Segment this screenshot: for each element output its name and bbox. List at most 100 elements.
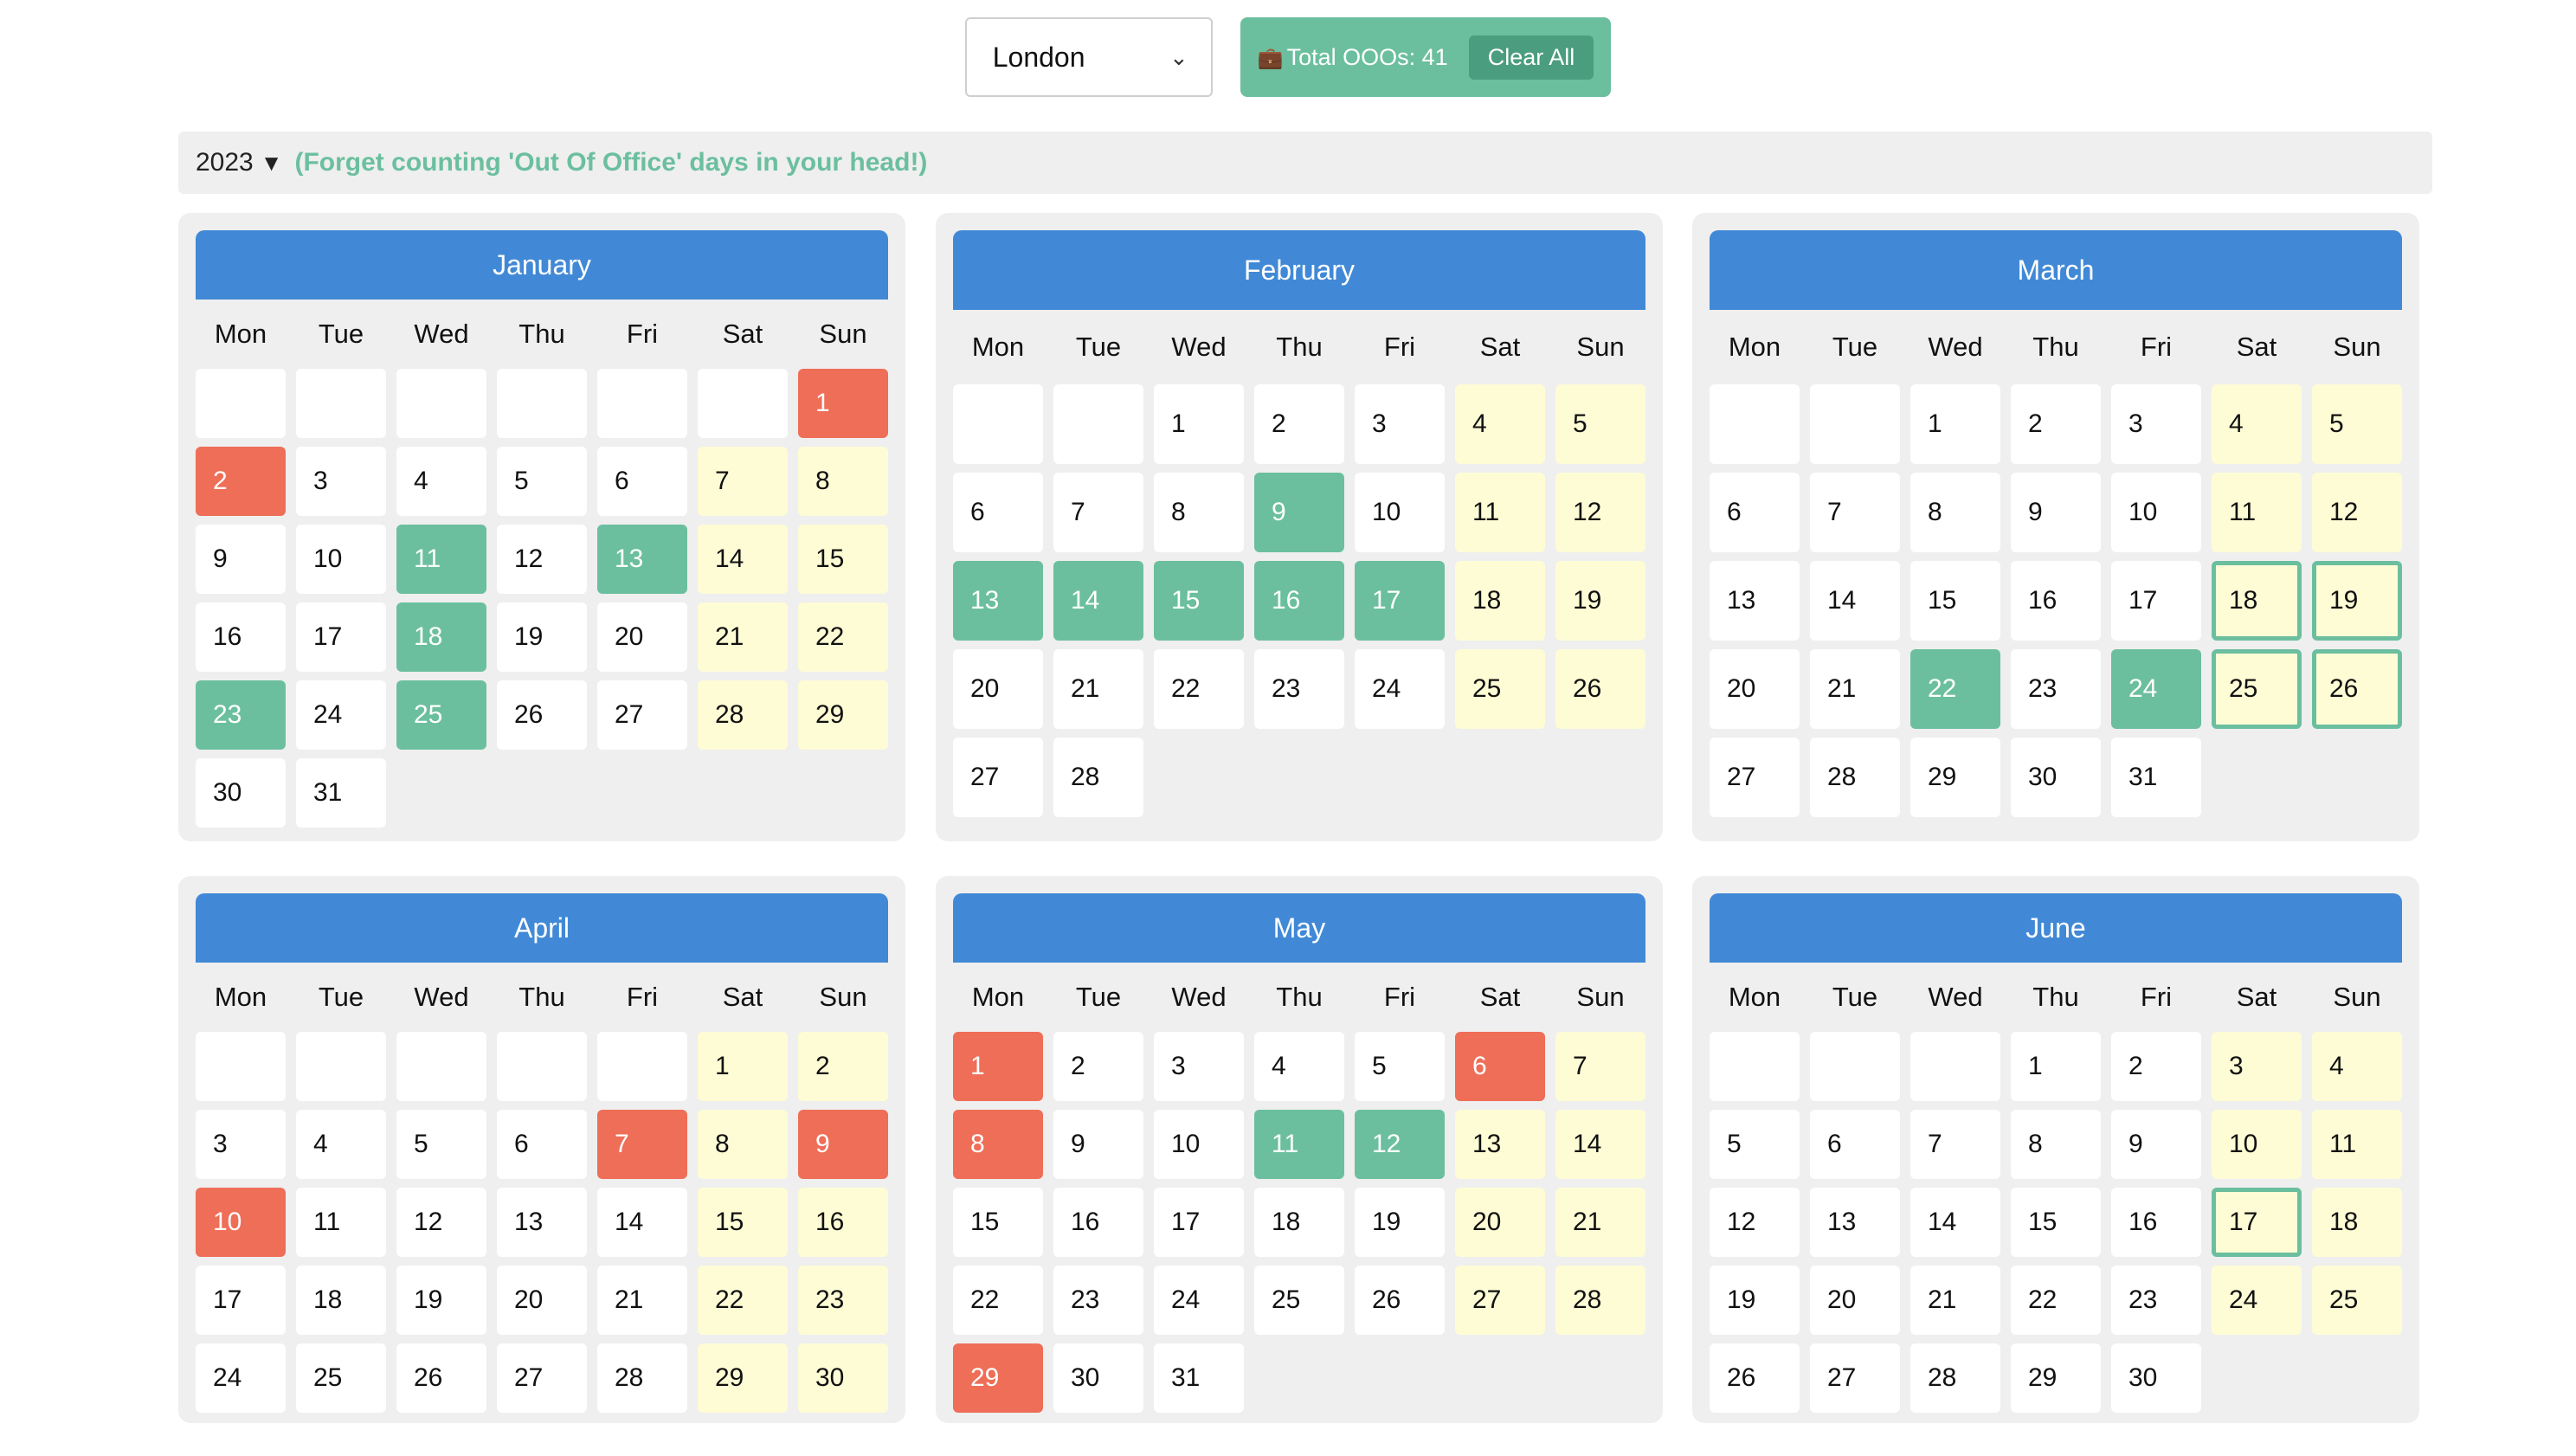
- day-cell-weekend[interactable]: 7: [1555, 1032, 1645, 1101]
- day-cell[interactable]: 28: [597, 1343, 687, 1413]
- clear-all-button[interactable]: Clear All: [1468, 35, 1594, 80]
- day-cell[interactable]: 8: [1154, 473, 1244, 552]
- day-cell-weekend[interactable]: 25: [2312, 1266, 2402, 1335]
- day-cell[interactable]: 30: [2111, 1343, 2201, 1413]
- day-cell[interactable]: 30: [196, 758, 286, 828]
- day-cell[interactable]: 12: [1710, 1188, 1800, 1257]
- day-cell-ooo[interactable]: 13: [953, 561, 1043, 641]
- day-cell[interactable]: 28: [1910, 1343, 2000, 1413]
- day-cell[interactable]: 31: [1154, 1343, 1244, 1413]
- day-cell[interactable]: 31: [2111, 738, 2201, 817]
- day-cell[interactable]: 21: [597, 1266, 687, 1335]
- day-cell-holiday[interactable]: 9: [798, 1110, 888, 1179]
- day-cell[interactable]: 16: [2111, 1188, 2201, 1257]
- day-cell-weekend[interactable]: 1: [698, 1032, 788, 1101]
- day-cell[interactable]: 16: [196, 602, 286, 672]
- day-cell[interactable]: 5: [1355, 1032, 1445, 1101]
- day-cell[interactable]: 7: [1053, 473, 1143, 552]
- day-cell[interactable]: 2: [2011, 384, 2101, 464]
- day-cell[interactable]: 20: [597, 602, 687, 672]
- year-label[interactable]: 2023: [196, 148, 254, 177]
- day-cell-selected[interactable]: 19: [2312, 561, 2402, 641]
- day-cell[interactable]: 1: [2011, 1032, 2101, 1101]
- day-cell[interactable]: 26: [1710, 1343, 1800, 1413]
- day-cell-ooo[interactable]: 11: [1254, 1110, 1344, 1179]
- day-cell[interactable]: 6: [497, 1110, 587, 1179]
- day-cell[interactable]: 6: [1710, 473, 1800, 552]
- day-cell-weekend[interactable]: 14: [698, 525, 788, 594]
- day-cell-weekend[interactable]: 13: [1455, 1110, 1545, 1179]
- day-cell[interactable]: 13: [1710, 561, 1800, 641]
- day-cell-weekend[interactable]: 2: [798, 1032, 888, 1101]
- day-cell[interactable]: 30: [1053, 1343, 1143, 1413]
- day-cell-weekend[interactable]: 16: [798, 1188, 888, 1257]
- day-cell[interactable]: 16: [2011, 561, 2101, 641]
- day-cell[interactable]: 27: [597, 680, 687, 750]
- day-cell-ooo[interactable]: 12: [1355, 1110, 1445, 1179]
- day-cell-weekend[interactable]: 24: [2212, 1266, 2302, 1335]
- day-cell-weekend[interactable]: 11: [2212, 473, 2302, 552]
- day-cell-holiday[interactable]: 1: [953, 1032, 1043, 1101]
- day-cell-weekend[interactable]: 12: [2312, 473, 2402, 552]
- day-cell[interactable]: 3: [296, 447, 386, 516]
- day-cell-weekend[interactable]: 8: [798, 447, 888, 516]
- day-cell-weekend[interactable]: 11: [2312, 1110, 2402, 1179]
- day-cell[interactable]: 4: [1254, 1032, 1344, 1101]
- day-cell[interactable]: 5: [1710, 1110, 1800, 1179]
- day-cell[interactable]: 15: [953, 1188, 1043, 1257]
- day-cell[interactable]: 21: [1910, 1266, 2000, 1335]
- day-cell[interactable]: 8: [2011, 1110, 2101, 1179]
- day-cell[interactable]: 28: [1053, 738, 1143, 817]
- day-cell[interactable]: 27: [1710, 738, 1800, 817]
- day-cell-ooo[interactable]: 23: [196, 680, 286, 750]
- day-cell-holiday[interactable]: 7: [597, 1110, 687, 1179]
- day-cell-weekend[interactable]: 10: [2212, 1110, 2302, 1179]
- day-cell[interactable]: 30: [2011, 738, 2101, 817]
- day-cell-ooo[interactable]: 15: [1154, 561, 1244, 641]
- day-cell[interactable]: 29: [1910, 738, 2000, 817]
- day-cell[interactable]: 28: [1810, 738, 1900, 817]
- day-cell-ooo[interactable]: 22: [1910, 649, 2000, 729]
- day-cell-ooo[interactable]: 25: [396, 680, 486, 750]
- day-cell[interactable]: 1: [1154, 384, 1244, 464]
- day-cell[interactable]: 21: [1810, 649, 1900, 729]
- day-cell[interactable]: 10: [1154, 1110, 1244, 1179]
- day-cell-weekend[interactable]: 28: [698, 680, 788, 750]
- day-cell[interactable]: 19: [396, 1266, 486, 1335]
- day-cell-selected[interactable]: 26: [2312, 649, 2402, 729]
- day-cell-ooo[interactable]: 11: [396, 525, 486, 594]
- day-cell[interactable]: 19: [1710, 1266, 1800, 1335]
- day-cell[interactable]: 27: [953, 738, 1043, 817]
- day-cell-weekend[interactable]: 21: [698, 602, 788, 672]
- day-cell-ooo[interactable]: 24: [2111, 649, 2201, 729]
- day-cell[interactable]: 22: [953, 1266, 1043, 1335]
- day-cell[interactable]: 23: [1053, 1266, 1143, 1335]
- day-cell[interactable]: 15: [2011, 1188, 2101, 1257]
- day-cell-ooo[interactable]: 18: [396, 602, 486, 672]
- day-cell-weekend[interactable]: 14: [1555, 1110, 1645, 1179]
- day-cell[interactable]: 25: [296, 1343, 386, 1413]
- collapse-toggle-icon[interactable]: ▼: [261, 150, 283, 177]
- day-cell[interactable]: 1: [1910, 384, 2000, 464]
- day-cell[interactable]: 6: [597, 447, 687, 516]
- day-cell[interactable]: 21: [1053, 649, 1143, 729]
- day-cell[interactable]: 8: [1910, 473, 2000, 552]
- day-cell[interactable]: 5: [497, 447, 587, 516]
- day-cell-ooo[interactable]: 16: [1254, 561, 1344, 641]
- day-cell[interactable]: 31: [296, 758, 386, 828]
- day-cell[interactable]: 14: [597, 1188, 687, 1257]
- day-cell-ooo[interactable]: 17: [1355, 561, 1445, 641]
- day-cell-weekend[interactable]: 29: [698, 1343, 788, 1413]
- day-cell[interactable]: 2: [2111, 1032, 2201, 1101]
- day-cell-selected[interactable]: 18: [2212, 561, 2302, 641]
- day-cell[interactable]: 27: [497, 1343, 587, 1413]
- day-cell-weekend[interactable]: 4: [2212, 384, 2302, 464]
- day-cell-weekend[interactable]: 12: [1555, 473, 1645, 552]
- day-cell-weekend[interactable]: 29: [798, 680, 888, 750]
- day-cell[interactable]: 9: [1053, 1110, 1143, 1179]
- day-cell-ooo[interactable]: 13: [597, 525, 687, 594]
- day-cell-holiday[interactable]: 10: [196, 1188, 286, 1257]
- day-cell-weekend[interactable]: 4: [2312, 1032, 2402, 1101]
- day-cell[interactable]: 3: [1355, 384, 1445, 464]
- day-cell[interactable]: 26: [1355, 1266, 1445, 1335]
